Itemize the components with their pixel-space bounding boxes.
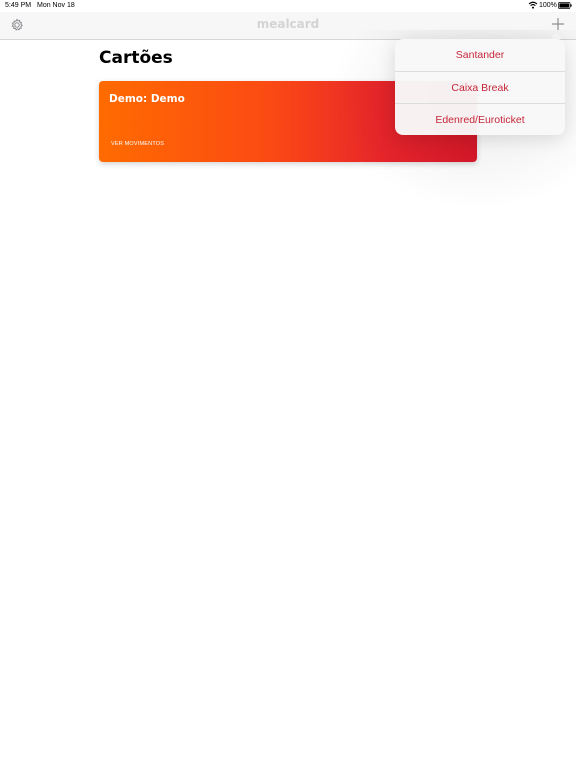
menu-item-santander[interactable]: Santander	[395, 39, 565, 71]
battery-percent: 100%	[539, 2, 557, 9]
status-date: Mon Nov 18	[37, 2, 75, 9]
status-time: 5:49 PM	[5, 2, 32, 9]
navigation-bar: mealcard	[0, 12, 576, 40]
status-bar: 5:49 PM Mon Nov 18 100%	[0, 0, 576, 12]
app-logo: mealcard	[256, 17, 320, 31]
plus-icon[interactable]	[551, 17, 565, 31]
menu-item-caixa-break[interactable]: Caixa Break	[395, 71, 565, 103]
wifi-icon	[528, 1, 538, 9]
add-card-menu: Santander Caixa Break Edenred/Euroticket	[395, 39, 565, 135]
menu-item-edenred-euroticket[interactable]: Edenred/Euroticket	[395, 103, 565, 135]
view-transactions-link[interactable]: VER MOVIMENTOS	[111, 141, 164, 147]
page-title: Cartões	[99, 48, 173, 68]
card-title: Demo: Demo	[109, 93, 185, 105]
battery-icon	[558, 2, 572, 9]
